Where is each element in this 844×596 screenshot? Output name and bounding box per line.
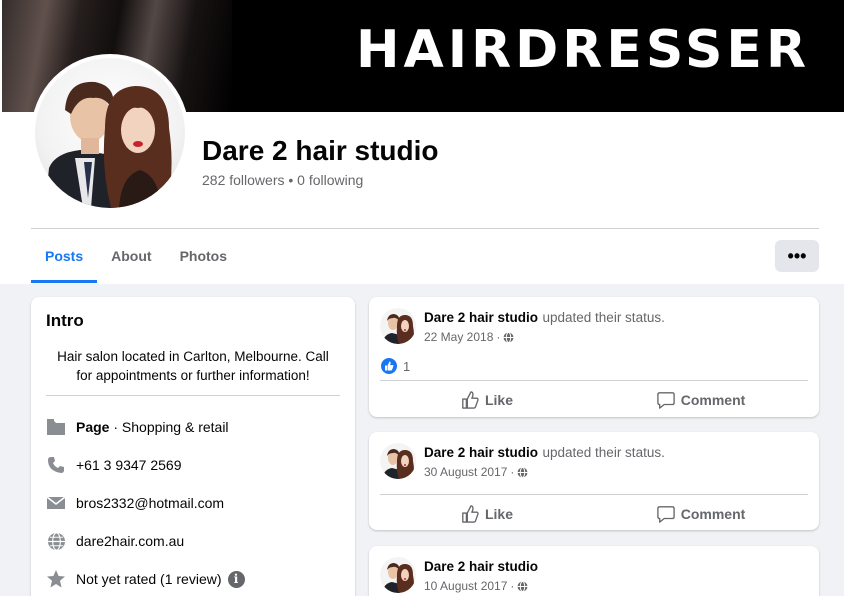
email-icon [46, 493, 66, 513]
thumbs-up-reaction-icon [381, 358, 397, 374]
tab-photos[interactable]: Photos [166, 240, 241, 283]
intro-email: bros2332@hotmail.com [46, 484, 340, 522]
star-icon [46, 569, 66, 589]
post-action: updated their status. [542, 445, 665, 460]
post-author-avatar[interactable] [380, 308, 416, 344]
comment-button[interactable]: Comment [594, 383, 808, 417]
post-date-row: 22 May 2018 · [424, 330, 665, 344]
post-date-row: 30 August 2017 · [424, 465, 665, 479]
post-actions: Like Comment [380, 497, 808, 531]
comment-icon [656, 392, 675, 409]
like-icon [462, 505, 479, 523]
post-author-avatar[interactable] [380, 557, 416, 593]
post-author-avatar[interactable] [380, 443, 416, 479]
profile-avatar[interactable] [31, 54, 189, 212]
tab-posts[interactable]: Posts [31, 240, 98, 283]
globe-icon [46, 531, 66, 551]
intro-page-category: Page · Shopping & retail [46, 408, 340, 446]
phone-icon [46, 455, 66, 475]
post-divider [380, 494, 808, 495]
globe-icon [517, 466, 528, 478]
globe-icon [503, 331, 514, 343]
like-button[interactable]: Like [380, 383, 594, 417]
comment-button[interactable]: Comment [594, 497, 808, 531]
post-meta: Dare 2 hair studio updated their status.… [424, 443, 665, 479]
date-separator: · [510, 579, 515, 593]
like-button[interactable]: Like [380, 497, 594, 531]
post-date[interactable]: 22 May 2018 [424, 330, 493, 344]
post-card: Dare 2 hair studio updated their status.… [369, 432, 819, 530]
post-header: Dare 2 hair studio 10 August 2017 · [380, 557, 538, 593]
post-divider [380, 380, 808, 381]
intro-website: dare2hair.com.au [46, 522, 340, 560]
post-card: Dare 2 hair studio updated their status.… [369, 297, 819, 417]
intro-phone: +61 3 9347 2569 [46, 446, 340, 484]
page-title: Dare 2 hair studio [202, 135, 439, 166]
reaction-summary[interactable]: 1 [381, 358, 410, 374]
date-separator: · [496, 330, 501, 344]
phone-number[interactable]: +61 3 9347 2569 [76, 457, 182, 473]
follower-stats[interactable]: 282 followers • 0 following [202, 172, 363, 188]
rating-text[interactable]: Not yet rated (1 review) [76, 571, 222, 587]
info-icon[interactable]: i [227, 570, 245, 588]
comment-label: Comment [680, 506, 746, 522]
email-address[interactable]: bros2332@hotmail.com [76, 495, 224, 511]
intro-rating: Not yet rated (1 review) i [46, 560, 340, 596]
post-actions: Like Comment [380, 383, 808, 417]
comment-icon [656, 506, 675, 523]
page-label: Page [76, 419, 110, 435]
comment-label: Comment [680, 392, 746, 408]
intro-card: Intro Hair salon located in Carlton, Mel… [31, 297, 355, 596]
date-separator: · [510, 465, 515, 479]
post-action: updated their status. [542, 310, 665, 325]
profile-avatar-image [35, 58, 185, 208]
more-options-button[interactable]: ••• [775, 240, 819, 272]
post-meta: Dare 2 hair studio 10 August 2017 · [424, 557, 538, 593]
post-author[interactable]: Dare 2 hair studio [424, 559, 538, 574]
like-icon [462, 391, 479, 409]
post-header: Dare 2 hair studio updated their status.… [380, 308, 665, 344]
globe-icon [517, 580, 528, 592]
intro-bio: Hair salon located in Carlton, Melbourne… [46, 347, 340, 396]
post-date[interactable]: 10 August 2017 [424, 579, 507, 593]
intro-heading: Intro [46, 311, 84, 330]
like-label: Like [484, 392, 513, 408]
tab-about[interactable]: About [97, 240, 165, 283]
intro-details: Page · Shopping & retail +61 3 9347 2569… [46, 408, 340, 596]
post-author[interactable]: Dare 2 hair studio [424, 310, 538, 325]
cover-title: HAIRDRESSER [355, 20, 810, 80]
post-header: Dare 2 hair studio updated their status.… [380, 443, 665, 479]
post-author[interactable]: Dare 2 hair studio [424, 445, 538, 460]
post-date-row: 10 August 2017 · [424, 579, 538, 593]
post-card: Dare 2 hair studio 10 August 2017 · [369, 546, 819, 596]
page-category: · Shopping & retail [109, 419, 229, 435]
page-icon [46, 417, 66, 437]
website-link[interactable]: dare2hair.com.au [76, 533, 184, 549]
reaction-count: 1 [403, 358, 411, 374]
header-divider [31, 228, 819, 229]
like-label: Like [484, 506, 513, 522]
post-date[interactable]: 30 August 2017 [424, 465, 507, 479]
post-meta: Dare 2 hair studio updated their status.… [424, 308, 665, 344]
profile-tabs: Posts About Photos [31, 240, 241, 284]
